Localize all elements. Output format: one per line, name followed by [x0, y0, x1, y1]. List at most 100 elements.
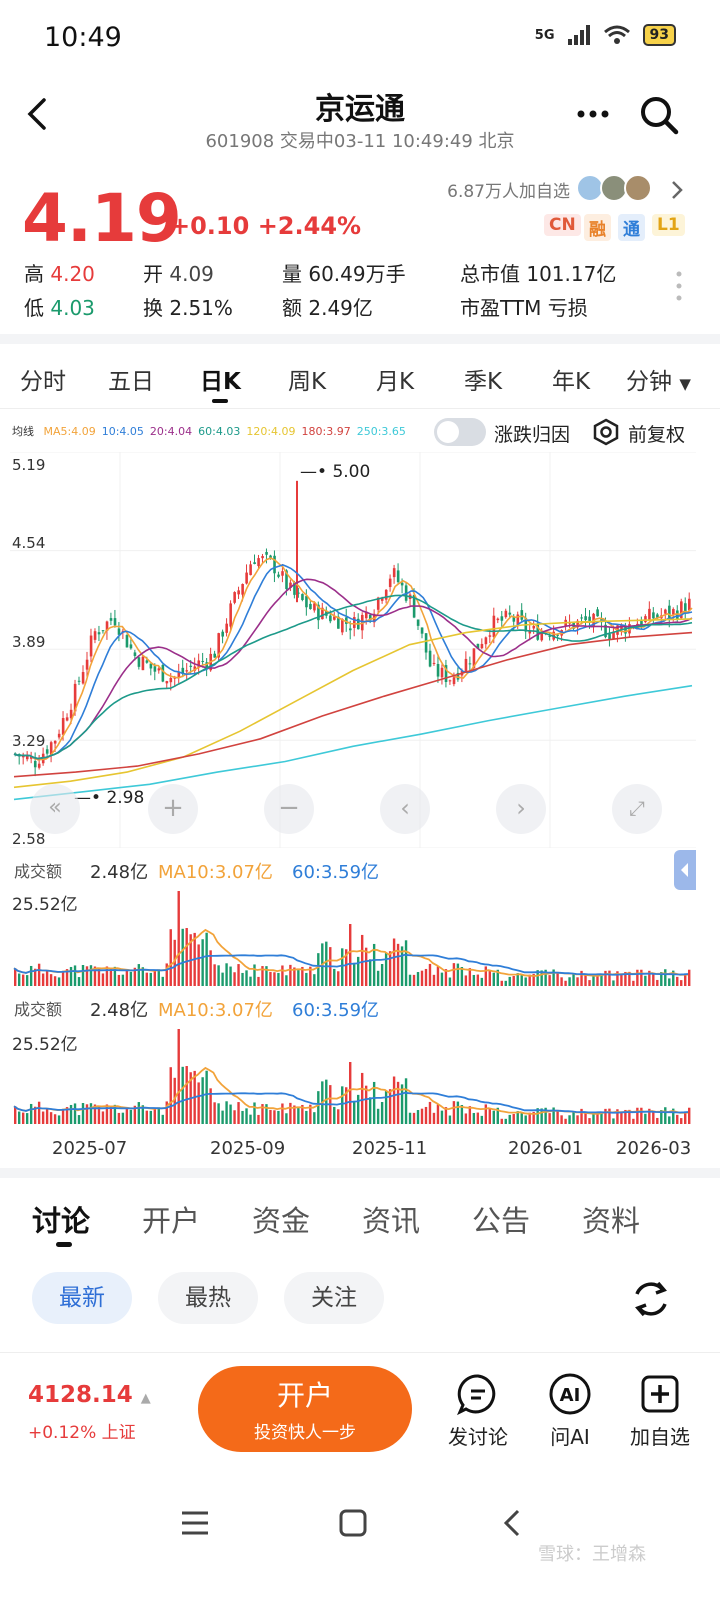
more-icon[interactable] [576, 108, 610, 120]
tab-account-open[interactable]: 开户 [142, 1198, 200, 1240]
volume-bar [580, 970, 583, 986]
volume-bar [688, 969, 691, 986]
candle [448, 680, 452, 682]
volume-bar [472, 1112, 476, 1124]
volume-bar [157, 1107, 160, 1124]
volume-bar [245, 970, 248, 986]
volume-bar [325, 941, 328, 986]
open-account-button[interactable]: 开户 投资快人一步 [198, 1366, 412, 1452]
volume-bar [229, 1104, 232, 1124]
volume-bar [468, 968, 472, 986]
scroll-right-button[interactable]: › [496, 784, 546, 834]
filter-latest[interactable]: 最新 [32, 1272, 132, 1324]
nav-back-icon[interactable] [500, 1508, 524, 1538]
ma-legend-item: 180:3.97 [301, 425, 351, 438]
ask-ai-button[interactable]: AI 问AI [530, 1372, 610, 1450]
ma-legend-item: 60:4.03 [198, 425, 241, 438]
candle [532, 625, 536, 629]
follower-avatars[interactable] [576, 172, 662, 204]
post-discussion-button[interactable]: 发讨论 [438, 1372, 518, 1450]
volume-bar [269, 971, 272, 986]
volume-ma10: MA10:3.07亿 [158, 862, 273, 883]
refresh-icon[interactable] [630, 1278, 672, 1320]
candle [89, 635, 93, 657]
attribution-toggle[interactable] [434, 418, 486, 446]
scroll-left-button[interactable]: ‹ [380, 784, 430, 834]
tab-profile[interactable]: 资料 [582, 1198, 640, 1240]
candle [313, 603, 316, 611]
volume-bar [368, 959, 372, 986]
tab-minute[interactable]: 分钟 ▼ [626, 362, 691, 396]
volume-bar [668, 978, 671, 986]
volume-bar [297, 1108, 300, 1124]
tab-yearly-k[interactable]: 年K [552, 362, 590, 396]
fullscreen-button[interactable]: ⤢ [612, 784, 662, 834]
tab-weekly-k[interactable]: 周K [288, 362, 326, 396]
volume-bar [129, 971, 133, 986]
volume-chart[interactable] [10, 1024, 696, 1128]
candle [672, 609, 675, 615]
search-icon[interactable] [638, 94, 680, 136]
volume-bar [145, 972, 149, 986]
adjust-icon[interactable] [592, 418, 620, 446]
add-watchlist-button[interactable]: 加自选 [620, 1372, 700, 1450]
expand-dots-icon[interactable] [674, 270, 684, 304]
volume-bar [520, 975, 523, 986]
volume-bar [564, 980, 567, 986]
index-value[interactable]: 4128.14 ▲ [28, 1382, 151, 1408]
candle [153, 666, 157, 672]
tab-daily-k[interactable]: 日K [200, 362, 241, 396]
x-tick: 2025-09 [210, 1138, 286, 1159]
volume-bar [448, 1115, 452, 1124]
candle [416, 619, 420, 626]
volume-bar [153, 1109, 156, 1124]
home-icon[interactable] [338, 1508, 368, 1538]
candle [484, 637, 488, 645]
tab-intraday[interactable]: 分时 [20, 362, 66, 396]
volume-bar [512, 975, 515, 986]
tab-discussion[interactable]: 讨论 [32, 1198, 90, 1240]
volume-ma10: MA10:3.07亿 [158, 1000, 273, 1021]
followers-count[interactable]: 6.87万人加自选 [447, 177, 570, 202]
volume-bar [476, 1112, 480, 1124]
filter-hot[interactable]: 最热 [158, 1272, 258, 1324]
menu-icon[interactable] [180, 1510, 210, 1536]
candle [436, 663, 440, 677]
chevron-right-icon[interactable] [670, 180, 684, 200]
volume-bar [101, 1111, 105, 1124]
volume-bar [273, 972, 276, 986]
volume-bar [277, 972, 280, 986]
volume-bar [225, 1101, 228, 1124]
rewind-button[interactable]: « [30, 784, 80, 834]
volume-bar [360, 934, 364, 986]
volume-bar [157, 969, 160, 986]
tab-monthly-k[interactable]: 月K [376, 362, 414, 396]
zoom-in-button[interactable]: + [148, 784, 198, 834]
volume-panel-label: 成交额 [14, 1000, 63, 1019]
network-icon: 5G [534, 27, 555, 43]
volume-chart[interactable] [10, 886, 696, 988]
volume-bar [337, 971, 340, 986]
open-value: 4.09 [169, 262, 214, 286]
volume-bar [97, 1106, 101, 1124]
volume-bar [408, 974, 412, 986]
tab-announcements[interactable]: 公告 [472, 1198, 530, 1240]
volume-bar [117, 1112, 121, 1124]
zoom-out-button[interactable]: − [264, 784, 314, 834]
filter-following[interactable]: 关注 [284, 1272, 384, 1324]
candle [125, 635, 129, 648]
volume-bar [684, 1113, 687, 1124]
volume-value: 2.48亿 [90, 1000, 149, 1021]
collapse-panel-button[interactable] [674, 850, 696, 890]
tab-five-day[interactable]: 五日 [108, 362, 154, 396]
volume-bar [656, 979, 659, 986]
volume-bar [317, 953, 320, 986]
tab-quarterly-k[interactable]: 季K [464, 362, 502, 396]
volume-bar [17, 1111, 21, 1124]
tab-funds[interactable]: 资金 [252, 1198, 310, 1240]
volume-bar [676, 976, 679, 986]
volume-bar [41, 973, 45, 986]
candle [161, 664, 165, 682]
tab-news[interactable]: 资讯 [362, 1198, 420, 1240]
adjust-label[interactable]: 前复权 [628, 420, 685, 447]
